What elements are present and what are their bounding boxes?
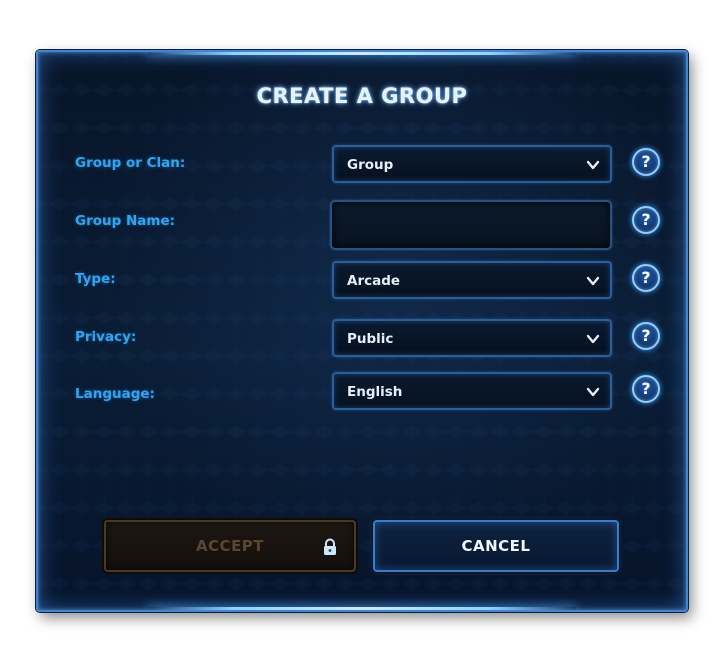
accept-button[interactable]: ACCEPT [104, 520, 356, 572]
create-group-dialog: CREATE A GROUP Group or Clan: Group ? Gr… [36, 50, 688, 612]
dialog-top-glow [148, 52, 576, 55]
language-value: English [347, 384, 403, 400]
cancel-button[interactable]: CANCEL [373, 520, 619, 572]
group-name-field-frame [330, 200, 612, 250]
field-row-language: Language: English ? [38, 372, 686, 412]
group-name-label: Group Name: [75, 213, 176, 229]
group-or-clan-help-icon[interactable]: ? [632, 148, 660, 176]
group-name-help-icon[interactable]: ? [632, 206, 660, 234]
privacy-value: Public [347, 331, 394, 347]
group-name-input[interactable] [340, 208, 606, 244]
type-help-icon[interactable]: ? [632, 264, 660, 292]
privacy-help-icon[interactable]: ? [632, 322, 660, 350]
chevron-down-icon [586, 387, 600, 397]
chevron-down-icon [586, 160, 600, 170]
type-label: Type: [75, 271, 116, 287]
group-or-clan-value: Group [347, 157, 394, 173]
chevron-down-icon [586, 276, 600, 286]
field-row-type: Type: Arcade ? [38, 261, 686, 301]
dialog-bottom-glow [148, 607, 576, 610]
language-label: Language: [75, 386, 155, 402]
language-dropdown[interactable]: English [332, 372, 612, 410]
field-row-group-or-clan: Group or Clan: Group ? [38, 145, 686, 185]
dialog-title: CREATE A GROUP [256, 84, 468, 108]
group-or-clan-label: Group or Clan: [75, 155, 186, 171]
type-value: Arcade [347, 273, 401, 289]
language-help-icon[interactable]: ? [632, 375, 660, 403]
privacy-dropdown[interactable]: Public [332, 319, 612, 357]
cancel-button-label: CANCEL [461, 537, 531, 555]
field-row-group-name: Group Name: ? [38, 200, 686, 250]
lock-icon [324, 538, 336, 555]
chevron-down-icon [586, 334, 600, 344]
group-or-clan-dropdown[interactable]: Group [332, 145, 612, 183]
type-dropdown[interactable]: Arcade [332, 261, 612, 299]
accept-button-label: ACCEPT [195, 537, 265, 555]
privacy-label: Privacy: [75, 329, 137, 345]
field-row-privacy: Privacy: Public ? [38, 319, 686, 359]
